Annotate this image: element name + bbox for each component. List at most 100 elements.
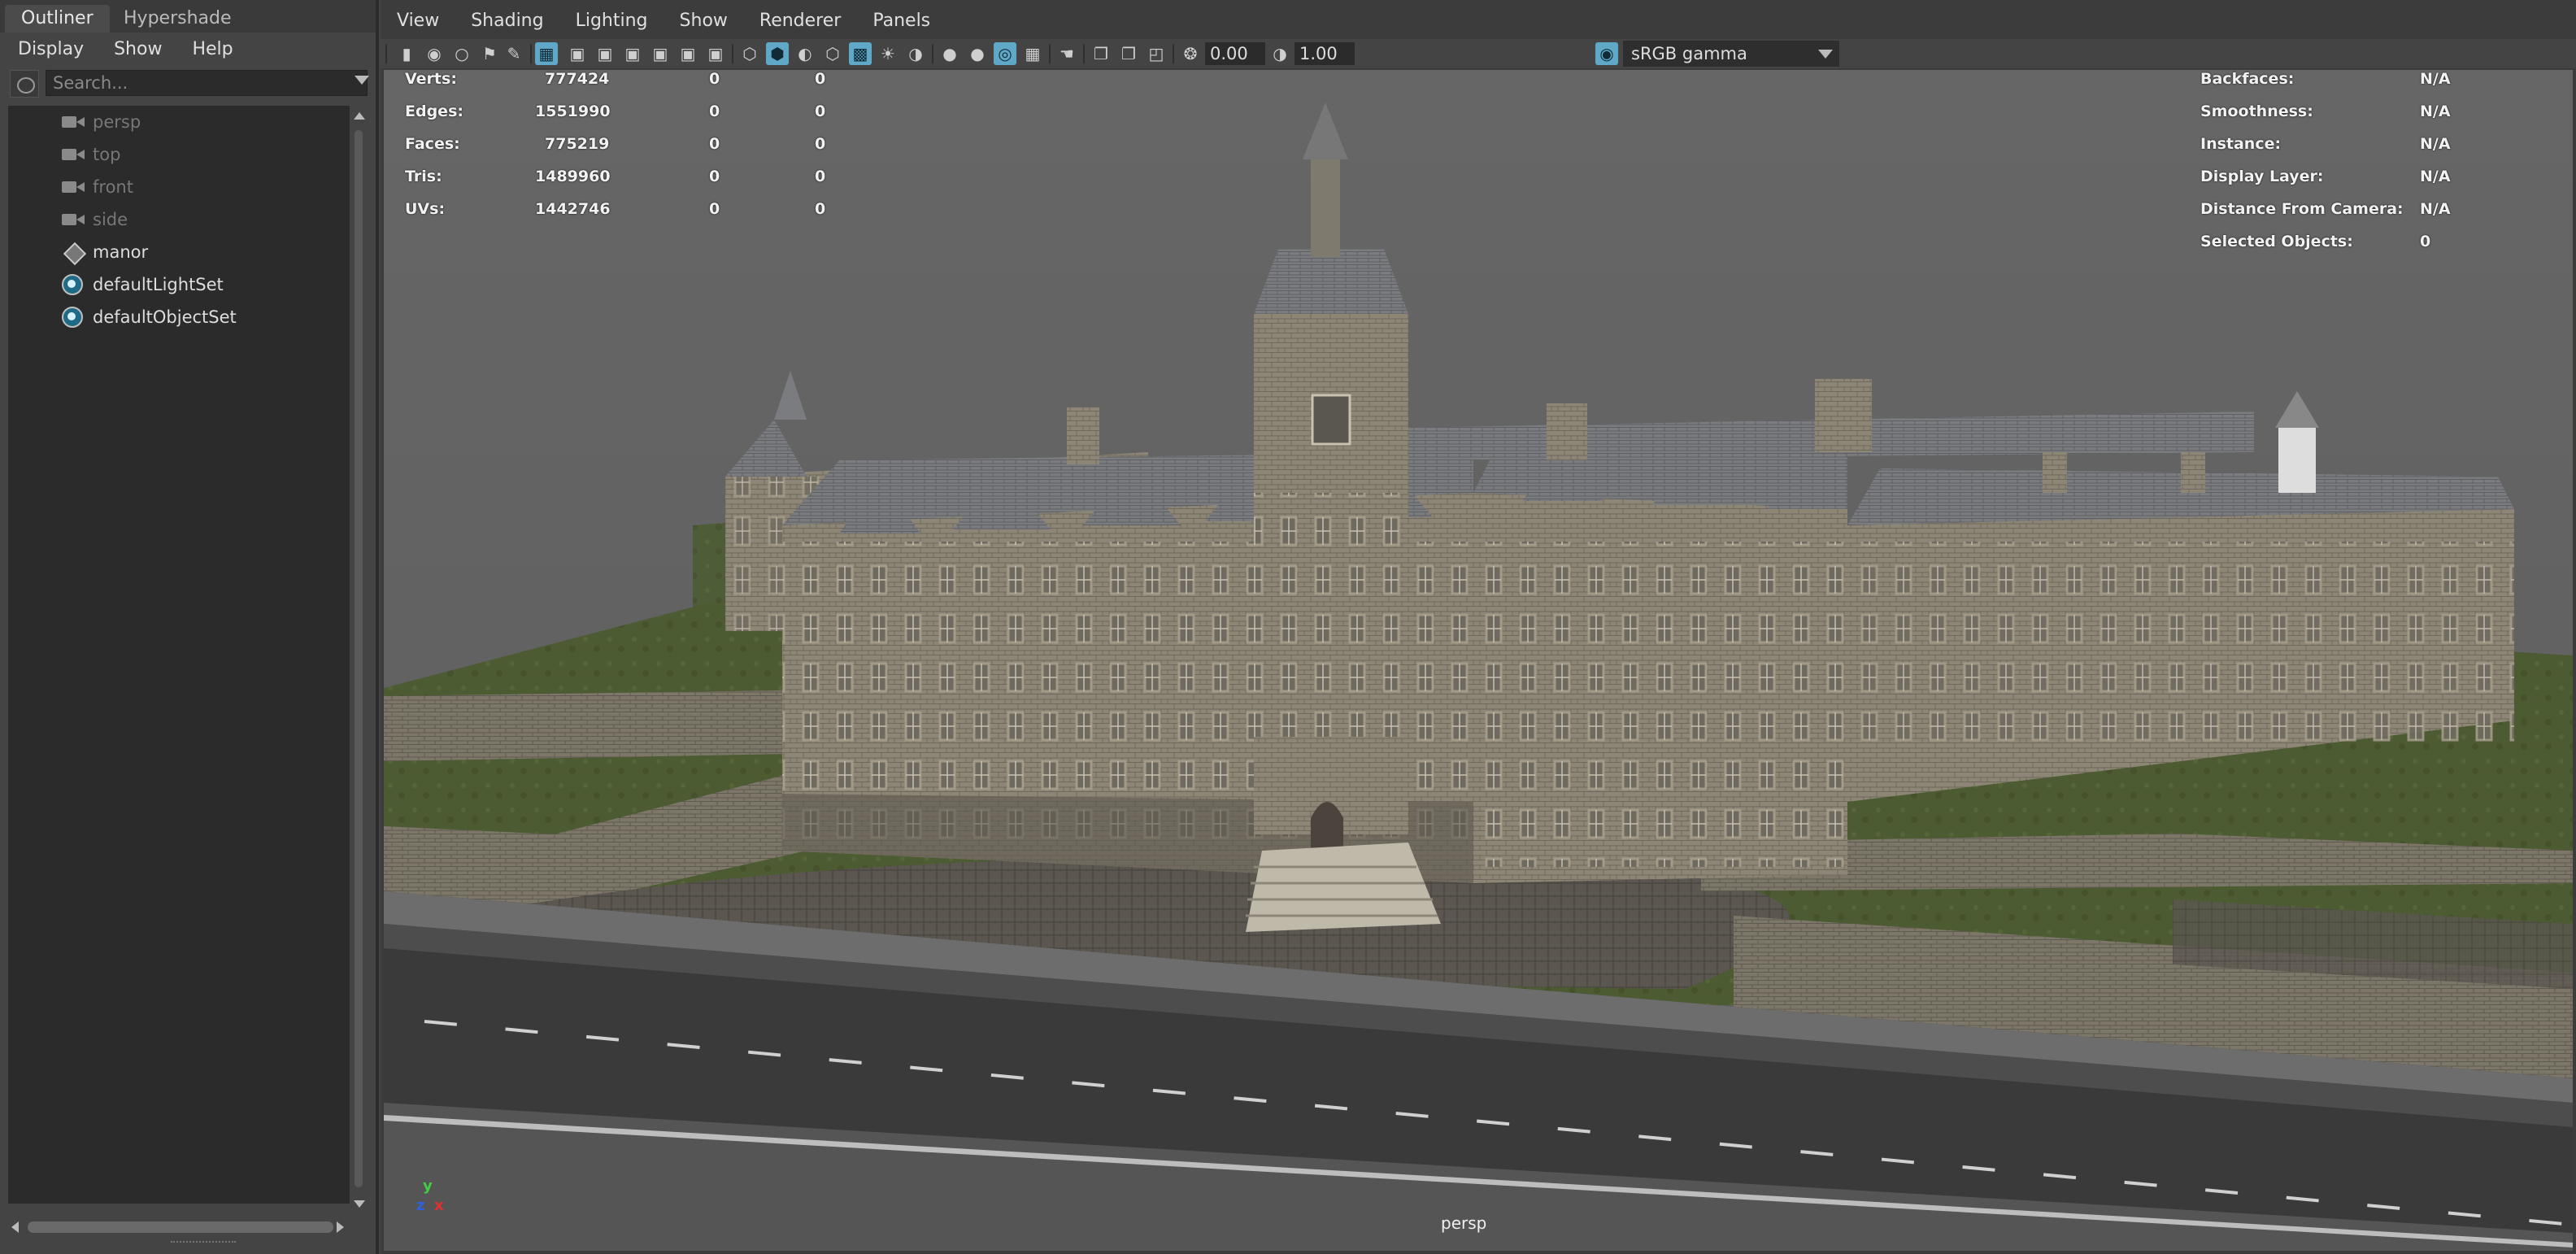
field-chart-icon[interactable]: ▣ bbox=[649, 42, 672, 65]
hud-stat-value: 0 bbox=[709, 135, 720, 153]
toolbar-separator bbox=[530, 44, 532, 63]
lock-camera-icon[interactable]: ◉ bbox=[423, 42, 446, 65]
outliner-item-front[interactable]: front bbox=[8, 171, 350, 203]
hud-info-label: Backfaces: bbox=[2200, 70, 2295, 88]
hud-info-value: N/A bbox=[2420, 70, 2451, 88]
set-icon bbox=[62, 274, 83, 295]
anti-aliasing-icon[interactable]: ◎ bbox=[994, 42, 1016, 65]
toolbar-separator bbox=[385, 44, 387, 63]
safe-title-icon[interactable]: ▣ bbox=[704, 42, 727, 65]
menu-view[interactable]: View bbox=[397, 11, 439, 31]
safe-action-icon[interactable]: ▣ bbox=[677, 42, 699, 65]
use-all-lights-icon[interactable]: ☀ bbox=[877, 42, 899, 65]
motion-blur-icon[interactable]: ● bbox=[966, 42, 989, 65]
outliner-tab-bar: Outliner Hypershade bbox=[0, 0, 376, 33]
menu-panels[interactable]: Panels bbox=[872, 11, 930, 31]
hud-stat-label: Tris: bbox=[405, 168, 442, 185]
scroll-right-icon[interactable] bbox=[337, 1221, 344, 1233]
menu-show[interactable]: Show bbox=[114, 39, 162, 59]
xray-active-components-icon[interactable]: ◰ bbox=[1145, 42, 1168, 65]
outliner-item-side[interactable]: side bbox=[8, 203, 350, 236]
gamma-icon[interactable]: ◑ bbox=[1268, 42, 1291, 65]
menu-shading[interactable]: Shading bbox=[471, 11, 543, 31]
panel-resize-grip[interactable] bbox=[171, 1241, 236, 1246]
screen-space-ao-icon[interactable]: ● bbox=[938, 42, 961, 65]
menu-help[interactable]: Help bbox=[192, 39, 233, 59]
menu-renderer[interactable]: Renderer bbox=[759, 11, 841, 31]
3d-viewport[interactable]: Verts: 777424 0 0 Edges: 1551990 0 0 Fac… bbox=[384, 70, 2573, 1251]
hud-info-value: 0 bbox=[2420, 233, 2431, 250]
camera-attributes-icon[interactable]: ○ bbox=[450, 42, 473, 65]
gamma-field[interactable]: 1.00 bbox=[1295, 42, 1355, 65]
outliner-menu-bar: Display Show Help bbox=[0, 33, 376, 67]
depth-of-field-icon[interactable]: ▦ bbox=[1021, 42, 1044, 65]
hud-stat-label: Edges: bbox=[405, 102, 463, 120]
wireframe-icon[interactable]: ⬡ bbox=[738, 42, 761, 65]
hud-info-value: N/A bbox=[2420, 135, 2451, 153]
viewport-toolbar: ▮ ◉ ○ ⚑ ✎ ▦ ▣ ▣ ▣ ▣ ▣ ▣ ⬡ ⬢ ◐ ⬡ ▩ ☀ ◑ ● … bbox=[381, 39, 2576, 68]
exposure-field[interactable]: 0.00 bbox=[1205, 42, 1265, 65]
outliner-item-defaultlightset[interactable]: defaultLightSet bbox=[8, 268, 350, 301]
outliner-item-persp[interactable]: persp bbox=[8, 106, 350, 138]
menu-display[interactable]: Display bbox=[18, 39, 84, 59]
viewport-menu-bar: View Shading Lighting Show Renderer Pane… bbox=[381, 3, 940, 39]
axis-z-label: z bbox=[416, 1197, 425, 1214]
hud-stat-value: 0 bbox=[709, 168, 720, 185]
exposure-icon[interactable]: ❂ bbox=[1179, 42, 1202, 65]
tab-hypershade[interactable]: Hypershade bbox=[107, 5, 248, 33]
select-camera-icon[interactable]: ▮ bbox=[395, 42, 418, 65]
object-info-hud: Backfaces: N/A Smoothness: N/A Instance:… bbox=[2200, 70, 2542, 265]
color-space-select[interactable]: sRGB gamma bbox=[1623, 41, 1839, 67]
film-gate-icon[interactable]: ▣ bbox=[566, 42, 589, 65]
hud-info-label: Smoothness: bbox=[2200, 102, 2313, 120]
hud-stat-label: Verts: bbox=[405, 70, 457, 88]
hud-stat-value: 775219 bbox=[545, 135, 610, 153]
scroll-thumb[interactable] bbox=[28, 1221, 333, 1233]
resolution-gate-icon[interactable]: ▣ bbox=[594, 42, 616, 65]
set-icon bbox=[62, 307, 83, 328]
menu-lighting[interactable]: Lighting bbox=[576, 11, 648, 31]
scroll-up-icon[interactable] bbox=[354, 112, 365, 120]
outliner-item-label: side bbox=[93, 210, 128, 229]
outliner-vertical-scrollbar[interactable] bbox=[351, 106, 368, 1212]
color-management-icon[interactable]: ◉ bbox=[1595, 42, 1618, 65]
scroll-left-icon[interactable] bbox=[11, 1221, 19, 1233]
outliner-item-label: persp bbox=[93, 112, 141, 132]
hud-stat-value: 0 bbox=[709, 200, 720, 218]
color-space-label: sRGB gamma bbox=[1631, 44, 1747, 63]
shadows-icon[interactable]: ◑ bbox=[904, 42, 927, 65]
search-dropdown-icon[interactable] bbox=[355, 76, 369, 85]
axis-gizmo: y z x bbox=[408, 1178, 449, 1218]
bookmark-icon[interactable]: ⚑ bbox=[478, 42, 501, 65]
hud-stat-value: 0 bbox=[815, 200, 826, 218]
axis-x-label: x bbox=[434, 1197, 444, 1214]
image-plane-icon[interactable]: ✎ bbox=[503, 42, 525, 65]
scroll-thumb[interactable] bbox=[355, 130, 363, 1187]
outliner-horizontal-scrollbar[interactable] bbox=[8, 1217, 350, 1238]
default-material-icon[interactable]: ◐ bbox=[794, 42, 816, 65]
search-input[interactable]: Search... bbox=[46, 70, 368, 96]
hud-info-label: Display Layer: bbox=[2200, 168, 2324, 185]
textured-icon[interactable]: ▩ bbox=[849, 42, 872, 65]
toolbar-separator bbox=[932, 44, 933, 63]
isolate-select-icon[interactable]: ☚ bbox=[1055, 42, 1078, 65]
outliner-item-label: defaultObjectSet bbox=[93, 307, 237, 327]
wireframe-on-shaded-icon[interactable]: ⬡ bbox=[821, 42, 844, 65]
outliner-item-defaultobjectset[interactable]: defaultObjectSet bbox=[8, 301, 350, 333]
outliner-item-top[interactable]: top bbox=[8, 138, 350, 171]
filter-icon[interactable] bbox=[10, 70, 39, 98]
poly-count-hud: Verts: 777424 0 0 Edges: 1551990 0 0 Fac… bbox=[405, 70, 825, 233]
grid-icon[interactable]: ▦ bbox=[535, 42, 558, 65]
scroll-down-icon[interactable] bbox=[354, 1200, 365, 1208]
hud-info-value: N/A bbox=[2420, 102, 2451, 120]
outliner-item-manor[interactable]: manor bbox=[8, 236, 350, 268]
gate-mask-icon[interactable]: ▣ bbox=[621, 42, 644, 65]
xray-joints-icon[interactable]: ❐ bbox=[1117, 42, 1140, 65]
mesh-transform-icon bbox=[62, 244, 86, 260]
hud-info-label: Instance: bbox=[2200, 135, 2282, 153]
tab-outliner[interactable]: Outliner bbox=[5, 5, 110, 33]
hud-stat-value: 1442746 bbox=[535, 200, 611, 218]
smooth-shade-icon[interactable]: ⬢ bbox=[766, 42, 789, 65]
xray-icon[interactable]: ❐ bbox=[1090, 42, 1112, 65]
menu-show[interactable]: Show bbox=[680, 11, 728, 31]
